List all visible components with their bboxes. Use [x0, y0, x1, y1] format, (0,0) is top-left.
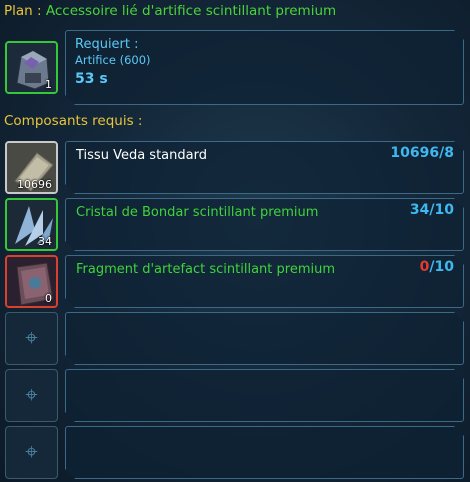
component-slot-1[interactable]: 10696 — [5, 141, 58, 194]
component-slot-2[interactable]: 34 — [5, 198, 58, 251]
component-2-count: 34/10 — [409, 202, 454, 218]
plan-title: Plan : Accessoire lié d'artifice scintil… — [4, 3, 336, 19]
component-1-name: Tissu Veda standard — [76, 148, 207, 163]
empty-slot-icon: ⌖ — [25, 439, 38, 465]
empty-slot-6: ⌖ — [5, 426, 58, 479]
recipe-quantity: 1 — [45, 78, 52, 91]
empty-slot-icon: ⌖ — [25, 382, 38, 408]
component-row-3[interactable]: Fragment d'artefact scintillant premium … — [65, 255, 464, 308]
requirements-label: Requiert : — [75, 37, 139, 52]
requirements-panel: Requiert : Artifice (600) 53 s — [65, 30, 464, 105]
empty-slot-4: ⌖ — [5, 312, 58, 365]
plan-label: Plan : — [4, 3, 42, 19]
component-row-2[interactable]: Cristal de Bondar scintillant premium 34… — [65, 198, 464, 251]
component-2-name: Cristal de Bondar scintillant premium — [76, 205, 319, 220]
components-title: Composants requis : — [4, 113, 143, 129]
required-skill: Artifice (600) — [75, 53, 151, 67]
component-row-4 — [65, 312, 464, 365]
component-row-1[interactable]: Tissu Veda standard 10696/8 — [65, 141, 464, 194]
component-3-count: 0/10 — [419, 259, 454, 275]
empty-slot-icon: ⌖ — [25, 325, 38, 351]
component-3-quantity: 0 — [45, 292, 52, 305]
component-3-name: Fragment d'artefact scintillant premium — [76, 262, 336, 277]
component-row-5 — [65, 369, 464, 422]
crafting-time: 53 s — [75, 71, 108, 87]
component-2-quantity: 34 — [38, 235, 52, 248]
component-1-count: 10696/8 — [390, 145, 454, 161]
plan-name: Accessoire lié d'artifice scintillant pr… — [45, 3, 337, 19]
empty-slot-5: ⌖ — [5, 369, 58, 422]
component-row-6 — [65, 426, 464, 479]
recipe-slot[interactable]: 1 — [5, 41, 58, 94]
component-slot-3[interactable]: 0 — [5, 255, 58, 308]
component-1-quantity: 10696 — [17, 178, 52, 191]
